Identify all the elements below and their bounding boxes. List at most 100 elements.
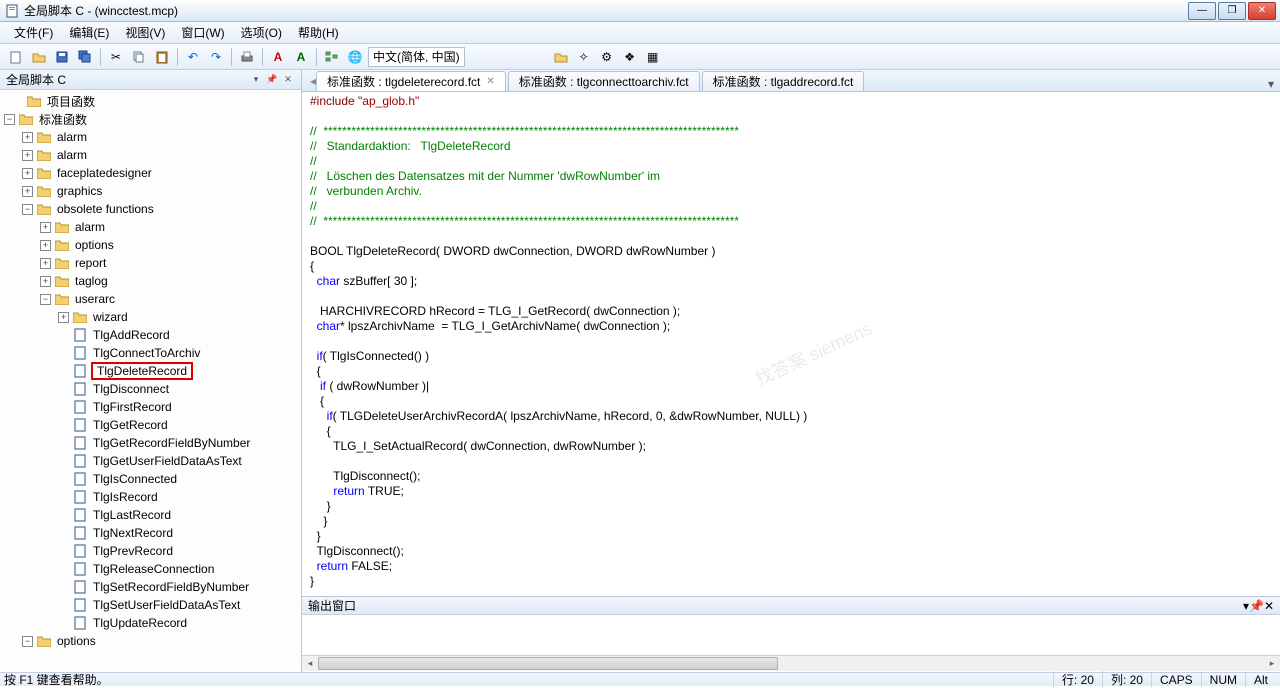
function-icon bbox=[72, 346, 88, 360]
tree-fn-delete[interactable]: TlgDeleteRecord bbox=[0, 362, 301, 380]
output-pin-icon[interactable]: 📌 bbox=[1249, 599, 1264, 613]
tab-connecttoarchiv[interactable]: 标准函数 : tlgconnecttoarchiv.fct bbox=[508, 71, 700, 91]
function-icon bbox=[72, 526, 88, 540]
tab-addrecord[interactable]: 标准函数 : tlgaddrecord.fct bbox=[702, 71, 865, 91]
toolbar-sep bbox=[316, 48, 317, 66]
tool-saveall-icon[interactable] bbox=[75, 47, 95, 67]
tree-standard-functions[interactable]: −标准函数 bbox=[0, 110, 301, 128]
menu-options[interactable]: 选项(O) bbox=[233, 22, 290, 43]
tool-copy-icon[interactable] bbox=[129, 47, 149, 67]
tree-graphics[interactable]: +graphics bbox=[0, 182, 301, 200]
tool-save-icon[interactable] bbox=[52, 47, 72, 67]
side-panel-title: 全局脚本 C bbox=[6, 71, 66, 88]
tool-undo-icon[interactable]: ↶ bbox=[183, 47, 203, 67]
tab-close-icon[interactable]: ✕ bbox=[486, 76, 494, 87]
tree-fn-release[interactable]: TlgReleaseConnection bbox=[0, 560, 301, 578]
function-icon bbox=[72, 508, 88, 522]
minimize-button[interactable]: — bbox=[1188, 2, 1216, 20]
tool-globe-icon[interactable]: 🌐 bbox=[345, 47, 365, 67]
folder-icon bbox=[18, 112, 34, 126]
side-panel: 全局脚本 C ▾ 📌 ✕ 项目函数 −标准函数 +alarm +alarm +f… bbox=[0, 70, 302, 672]
status-caps: CAPS bbox=[1151, 673, 1201, 687]
tree-alarm2[interactable]: +alarm bbox=[0, 146, 301, 164]
code-editor[interactable]: #include "ap_glob.h" // ****************… bbox=[302, 92, 1280, 596]
status-alt: Alt bbox=[1245, 673, 1276, 687]
output-hscroll[interactable]: ◂ ▸ bbox=[302, 655, 1280, 671]
tree-fn-add[interactable]: TlgAddRecord bbox=[0, 326, 301, 344]
tree-view[interactable]: 项目函数 −标准函数 +alarm +alarm +faceplatedesig… bbox=[0, 90, 301, 672]
scroll-left-icon[interactable]: ◂ bbox=[302, 656, 318, 671]
tree-fn-conn[interactable]: TlgConnectToArchiv bbox=[0, 344, 301, 362]
tool-redo-icon[interactable]: ↷ bbox=[206, 47, 226, 67]
function-icon bbox=[72, 490, 88, 504]
tool-lang-b-icon[interactable]: A bbox=[291, 47, 311, 67]
folder-icon bbox=[26, 94, 42, 108]
tree-fn-disc[interactable]: TlgDisconnect bbox=[0, 380, 301, 398]
tool-misc2-icon[interactable]: ⚙ bbox=[597, 47, 617, 67]
tree-fn-first[interactable]: TlgFirstRecord bbox=[0, 398, 301, 416]
tree-obs-alarm[interactable]: +alarm bbox=[0, 218, 301, 236]
editor-area: ◂ 标准函数 : tlgdeleterecord.fct✕ 标准函数 : tlg… bbox=[302, 70, 1280, 672]
tree-alarm[interactable]: +alarm bbox=[0, 128, 301, 146]
folder-icon bbox=[54, 256, 70, 270]
tree-fn-isrec[interactable]: TlgIsRecord bbox=[0, 488, 301, 506]
tree-fn-last[interactable]: TlgLastRecord bbox=[0, 506, 301, 524]
tree-obs-report[interactable]: +report bbox=[0, 254, 301, 272]
tree-obs-taglog[interactable]: +taglog bbox=[0, 272, 301, 290]
side-pin-icon[interactable]: 📌 bbox=[265, 73, 279, 87]
scroll-thumb[interactable] bbox=[318, 657, 778, 670]
side-panel-header: 全局脚本 C ▾ 📌 ✕ bbox=[0, 70, 301, 90]
menu-view[interactable]: 视图(V) bbox=[117, 22, 173, 43]
tree-fn-update[interactable]: TlgUpdateRecord bbox=[0, 614, 301, 632]
tree-fn-prev[interactable]: TlgPrevRecord bbox=[0, 542, 301, 560]
tool-misc1-icon[interactable]: ✧ bbox=[574, 47, 594, 67]
tool-misc3-icon[interactable]: ❖ bbox=[620, 47, 640, 67]
tool-tree-icon[interactable] bbox=[322, 47, 342, 67]
menu-window[interactable]: 窗口(W) bbox=[173, 22, 232, 43]
tool-open-icon[interactable] bbox=[29, 47, 49, 67]
toolbar-sep bbox=[231, 48, 232, 66]
tool-misc4-icon[interactable]: ▦ bbox=[643, 47, 663, 67]
tree-fn-getuser[interactable]: TlgGetUserFieldDataAsText bbox=[0, 452, 301, 470]
tool-print-icon[interactable] bbox=[237, 47, 257, 67]
menu-help[interactable]: 帮助(H) bbox=[290, 22, 347, 43]
tree-fn-setfield[interactable]: TlgSetRecordFieldByNumber bbox=[0, 578, 301, 596]
status-help: 按 F1 键查看帮助。 bbox=[4, 671, 109, 688]
tree-fn-getfield[interactable]: TlgGetRecordFieldByNumber bbox=[0, 434, 301, 452]
tree-fn-setuser[interactable]: TlgSetUserFieldDataAsText bbox=[0, 596, 301, 614]
menu-file[interactable]: 文件(F) bbox=[6, 22, 61, 43]
side-close-icon[interactable]: ✕ bbox=[281, 73, 295, 87]
function-icon bbox=[72, 400, 88, 414]
tree-fn-get[interactable]: TlgGetRecord bbox=[0, 416, 301, 434]
tool-new-icon[interactable] bbox=[6, 47, 26, 67]
tree-obs-options[interactable]: +options bbox=[0, 236, 301, 254]
function-icon bbox=[72, 454, 88, 468]
output-header: 输出窗口 ▾ 📌 ✕ bbox=[302, 597, 1280, 615]
menu-edit[interactable]: 编辑(E) bbox=[61, 22, 117, 43]
tool-paste-icon[interactable] bbox=[152, 47, 172, 67]
scroll-right-icon[interactable]: ▸ bbox=[1264, 656, 1280, 671]
tool-cut-icon[interactable]: ✂ bbox=[106, 47, 126, 67]
output-close-icon[interactable]: ✕ bbox=[1264, 599, 1274, 613]
maximize-button[interactable]: ❐ bbox=[1218, 2, 1246, 20]
tree-fn-next[interactable]: TlgNextRecord bbox=[0, 524, 301, 542]
tree-wizard[interactable]: +wizard bbox=[0, 308, 301, 326]
tab-dropdown-icon[interactable]: ▾ bbox=[1268, 77, 1274, 91]
tree-project-functions[interactable]: 项目函数 bbox=[0, 92, 301, 110]
tool-folder-icon[interactable] bbox=[551, 47, 571, 67]
tab-deleterecord[interactable]: 标准函数 : tlgdeleterecord.fct✕ bbox=[316, 71, 506, 91]
status-bar: 按 F1 键查看帮助。 行: 20 列: 20 CAPS NUM Alt bbox=[0, 672, 1280, 686]
function-icon bbox=[72, 598, 88, 612]
function-icon bbox=[72, 364, 88, 378]
language-selector[interactable]: 中文(简体, 中国) bbox=[368, 47, 465, 67]
tree-options[interactable]: −options bbox=[0, 632, 301, 650]
tool-lang-a-icon[interactable]: A bbox=[268, 47, 288, 67]
tree-fn-isconn[interactable]: TlgIsConnected bbox=[0, 470, 301, 488]
tree-faceplatedesigner[interactable]: +faceplatedesigner bbox=[0, 164, 301, 182]
function-icon bbox=[72, 436, 88, 450]
side-dropdown-icon[interactable]: ▾ bbox=[249, 73, 263, 87]
close-button[interactable]: ✕ bbox=[1248, 2, 1276, 20]
tree-obsolete-functions[interactable]: −obsolete functions bbox=[0, 200, 301, 218]
tree-obs-userarc[interactable]: −userarc bbox=[0, 290, 301, 308]
output-body[interactable] bbox=[302, 615, 1280, 655]
